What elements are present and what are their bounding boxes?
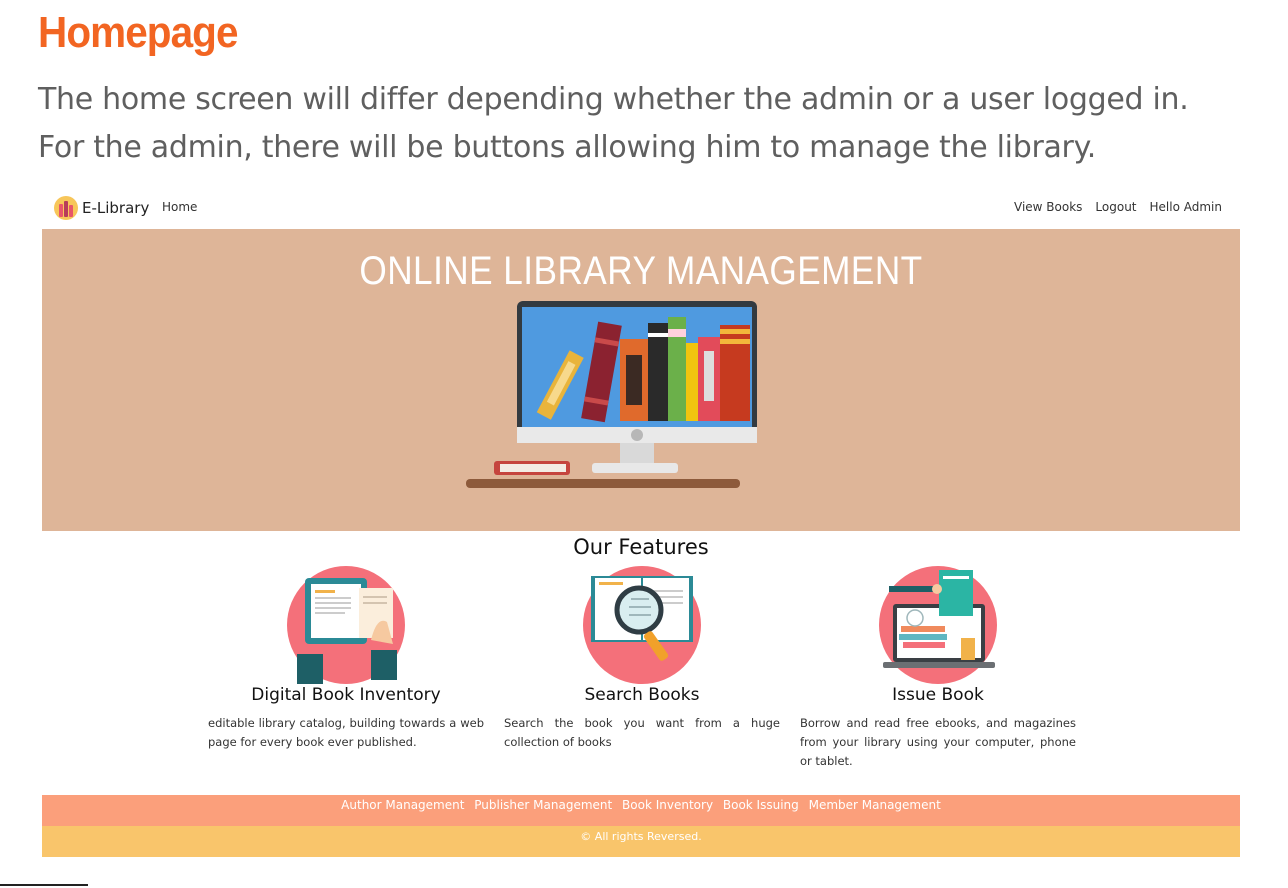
- laptop-books-icon: [879, 566, 997, 684]
- feature-description: Borrow and read free ebooks, and magazin…: [800, 716, 1076, 768]
- nav-right: View Books Logout Hello Admin: [1014, 200, 1222, 214]
- nav-greeting: Hello Admin: [1149, 200, 1222, 214]
- feature-title: Issue Book: [892, 685, 984, 705]
- hero-title: ONLINE LIBRARY MANAGEMENT: [359, 249, 923, 293]
- books-logo-icon: [54, 196, 78, 220]
- nav-link-home[interactable]: Home: [162, 200, 197, 214]
- hero-banner: ONLINE LIBRARY MANAGEMENT: [42, 229, 1240, 531]
- brand-link[interactable]: E-Library: [54, 196, 149, 220]
- feature-description: Search the book you want from a huge col…: [504, 716, 780, 749]
- footer-links-bar: Author Management Publisher Management B…: [42, 795, 1240, 826]
- footer-link-publisher-management[interactable]: Publisher Management: [474, 798, 612, 812]
- tablet-book-icon: [287, 566, 405, 684]
- footer-link-member-management[interactable]: Member Management: [809, 798, 941, 812]
- footer-copyright: © All rights Reversed.: [580, 830, 702, 843]
- nav-link-view-books[interactable]: View Books: [1014, 200, 1082, 214]
- slide-description-line-1: The home screen will differ depending wh…: [38, 82, 1189, 117]
- feature-card-digital-inventory: Digital Book Inventory editable library …: [208, 566, 484, 752]
- footer-copyright-bar: © All rights Reversed.: [42, 826, 1240, 857]
- nav-link-logout[interactable]: Logout: [1095, 200, 1136, 214]
- footer-link-book-inventory[interactable]: Book Inventory: [622, 798, 713, 812]
- monitor-bookshelf-icon: [466, 301, 757, 488]
- magnifier-book-icon: [583, 566, 701, 684]
- app-screenshot: E-Library Home View Books Logout Hello A…: [42, 188, 1240, 858]
- feature-title: Search Books: [584, 685, 700, 705]
- footer-link-author-management[interactable]: Author Management: [341, 798, 464, 812]
- feature-title: Digital Book Inventory: [251, 685, 441, 705]
- footer-link-book-issuing[interactable]: Book Issuing: [723, 798, 799, 812]
- features-title: Our Features: [573, 535, 709, 559]
- feature-card-search-books: Search Books Search the book you want fr…: [504, 566, 780, 752]
- slide-footer-rule: [0, 884, 88, 886]
- brand-name: E-Library: [82, 199, 150, 217]
- slide-description-line-2: For the admin, there will be buttons all…: [38, 130, 1097, 165]
- slide-title: Homepage: [38, 8, 239, 57]
- feature-description: editable library catalog, building towar…: [208, 716, 484, 749]
- navbar: E-Library Home View Books Logout Hello A…: [42, 188, 1240, 228]
- feature-card-issue-book: Issue Book Borrow and read free ebooks, …: [800, 566, 1076, 771]
